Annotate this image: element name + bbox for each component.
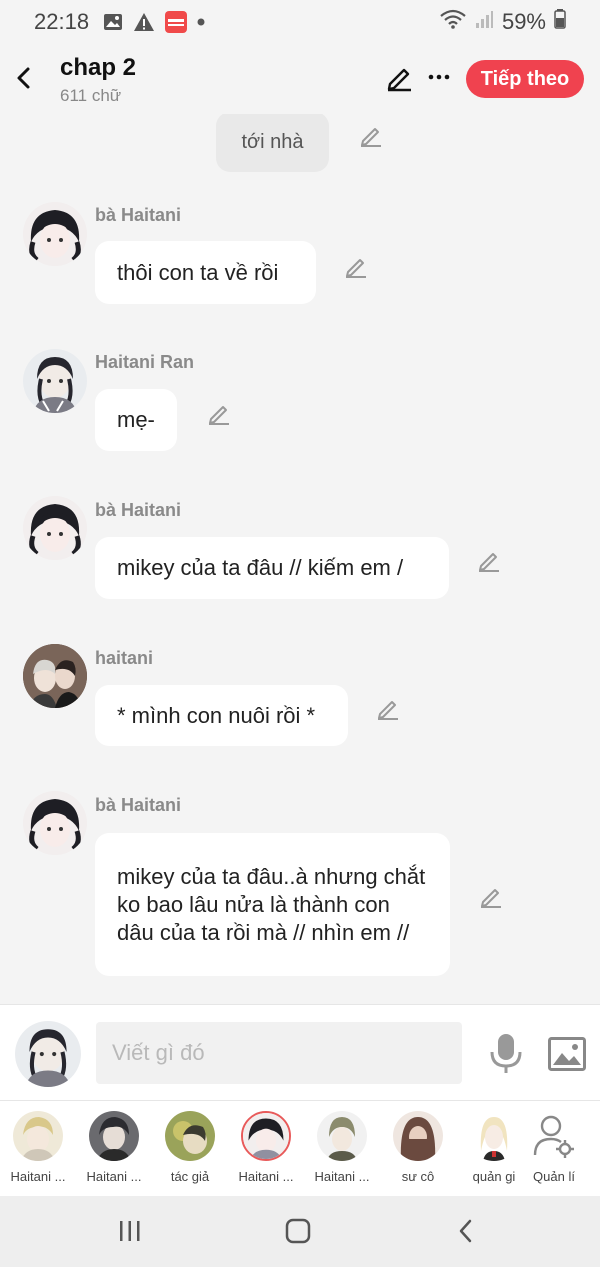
system-back-button[interactable] xyxy=(446,1216,486,1246)
chapter-title: chap 2 xyxy=(60,54,137,81)
narration-bubble[interactable]: tới nhà xyxy=(216,114,329,172)
manga-toon-icon xyxy=(165,11,188,33)
user-settings-icon xyxy=(529,1111,579,1161)
character-avatar xyxy=(89,1111,139,1161)
wifi-icon xyxy=(440,9,466,35)
character-avatar xyxy=(13,1111,63,1161)
character-avatar xyxy=(393,1111,443,1161)
battery-percent: 59% xyxy=(501,9,546,34)
microphone-button[interactable] xyxy=(486,1032,526,1076)
message-bubble[interactable]: mẹ- xyxy=(95,389,177,451)
speaker-name: bà Haitani xyxy=(95,205,182,225)
character-avatar xyxy=(241,1111,291,1161)
edit-message-icon[interactable] xyxy=(343,253,369,279)
message-input[interactable] xyxy=(96,1022,462,1084)
home-button[interactable] xyxy=(278,1216,318,1246)
recent-apps-icon xyxy=(120,1221,140,1241)
character-item[interactable]: Haitani ... xyxy=(304,1111,380,1184)
more-options-button[interactable] xyxy=(424,62,454,92)
signal-icon xyxy=(474,9,494,35)
app-header: chap 2 611 chữ Tiếp theo xyxy=(0,44,600,114)
edit-message-icon[interactable] xyxy=(206,400,232,426)
battery-icon xyxy=(554,9,566,35)
microphone-icon xyxy=(490,1034,522,1073)
message-bubble[interactable]: mikey của ta đâu..à nhưng chắt ko bao lâ… xyxy=(95,833,450,976)
edit-message-icon[interactable] xyxy=(478,883,504,909)
status-bar: 22:18 59% xyxy=(0,0,600,44)
next-chapter-button[interactable]: Tiếp theo xyxy=(466,60,584,98)
character-item[interactable]: sư cô xyxy=(380,1111,456,1184)
back-button[interactable] xyxy=(8,58,40,98)
edit-message-icon[interactable] xyxy=(476,547,502,573)
message-bubble[interactable]: * mình con nuôi rồi * xyxy=(95,685,348,746)
speaker-name: bà Haitani xyxy=(95,500,182,520)
speaker-name: haitani xyxy=(95,648,154,668)
avatar-ba-haitani[interactable] xyxy=(23,496,87,560)
speaker-name: Haitani Ran xyxy=(95,352,195,372)
chat-area[interactable]: tới nhà bà Haitani thôi con ta về rồi Ha… xyxy=(0,114,600,1002)
character-selector: Haitani ... Haitani ... tác giả Haitani … xyxy=(0,1100,600,1196)
character-item[interactable]: tác giả xyxy=(152,1111,228,1184)
insert-image-button[interactable] xyxy=(548,1037,586,1071)
speaker-name: bà Haitani xyxy=(95,795,182,815)
warning-icon xyxy=(133,12,155,32)
character-item[interactable]: Haitani ... xyxy=(76,1111,152,1184)
ellipsis-icon xyxy=(428,74,450,80)
avatar-ba-haitani[interactable] xyxy=(23,791,87,855)
avatar-haitani[interactable] xyxy=(23,644,87,708)
more-notifications-dot-icon xyxy=(197,18,205,26)
image-icon xyxy=(548,1037,586,1071)
character-avatar xyxy=(165,1111,215,1161)
message-bubble[interactable]: thôi con ta về rồi xyxy=(95,241,316,304)
edit-message-icon[interactable] xyxy=(358,122,384,148)
message-bubble[interactable]: mikey của ta đâu // kiếm em / xyxy=(95,537,449,599)
character-item-selected[interactable]: Haitani ... xyxy=(228,1111,304,1184)
manage-characters-button[interactable]: Quản lí xyxy=(516,1111,592,1184)
character-avatar xyxy=(469,1111,519,1161)
gallery-notification-icon xyxy=(103,13,123,31)
character-item[interactable]: Haitani ... xyxy=(0,1111,76,1184)
system-navigation-bar xyxy=(0,1196,600,1267)
recent-apps-button[interactable] xyxy=(110,1216,150,1246)
back-arrow-icon xyxy=(17,67,30,89)
message-composer xyxy=(0,1004,600,1100)
edit-chapter-button[interactable] xyxy=(384,62,414,92)
word-count: 611 chữ xyxy=(60,86,122,105)
home-icon xyxy=(285,1218,311,1244)
status-time: 22:18 xyxy=(34,9,90,34)
edit-message-icon[interactable] xyxy=(375,695,401,721)
avatar-haitani-ran[interactable] xyxy=(23,349,87,413)
current-character-avatar[interactable] xyxy=(15,1021,81,1087)
system-back-icon xyxy=(459,1219,472,1243)
pencil-icon xyxy=(387,68,411,92)
character-avatar xyxy=(317,1111,367,1161)
avatar-ba-haitani[interactable] xyxy=(23,202,87,266)
